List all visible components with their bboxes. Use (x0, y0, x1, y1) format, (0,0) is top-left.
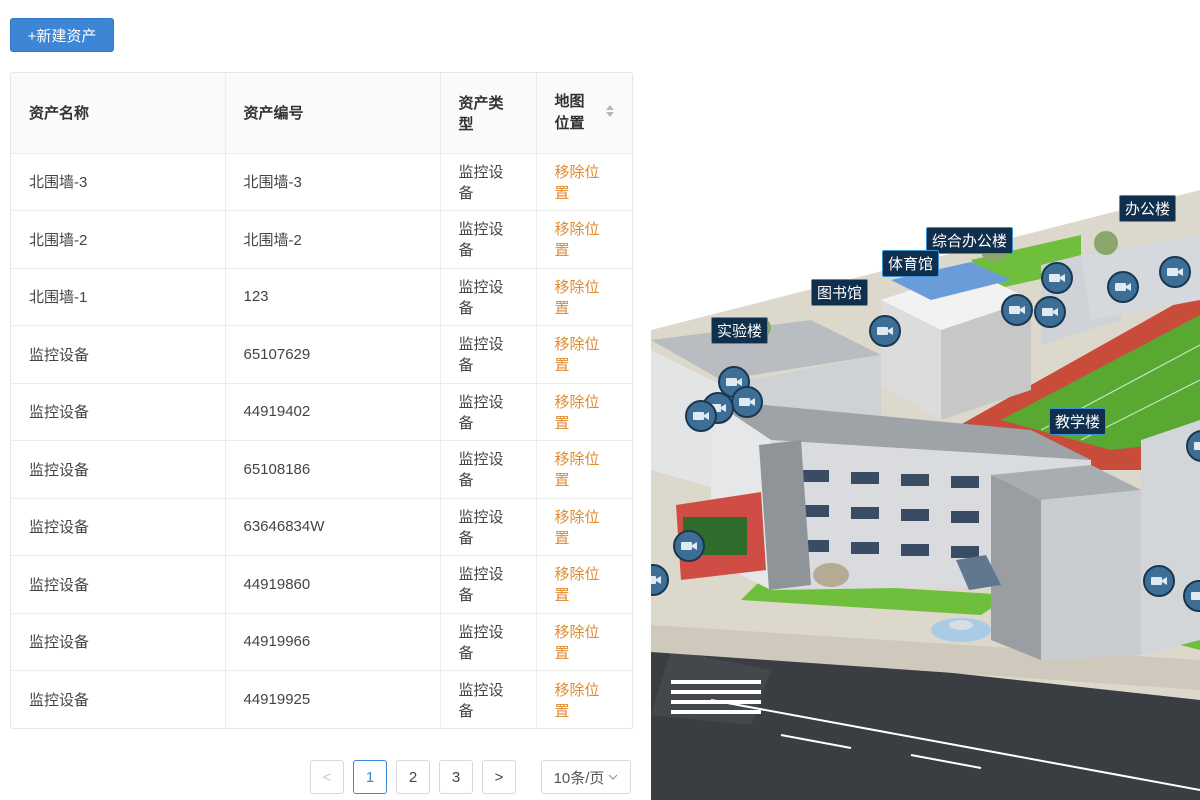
remove-location-link[interactable]: 移除位置 (555, 279, 600, 317)
camera-marker[interactable] (1143, 565, 1175, 597)
camera-icon (1167, 268, 1183, 276)
chevron-down-icon (608, 774, 618, 780)
pagination: < 1 2 3 > 10条/页 (310, 760, 631, 794)
next-page-button[interactable]: > (482, 760, 516, 794)
map-label-office[interactable]: 办公楼 (1119, 195, 1177, 222)
camera-icon (1191, 592, 1200, 600)
camera-icon (651, 576, 661, 584)
camera-marker[interactable] (1034, 296, 1066, 328)
cell-asset-type: 监控设备 (440, 383, 537, 441)
cell-asset-name: 监控设备 (11, 670, 226, 728)
camera-icon (693, 412, 709, 420)
camera-icon (877, 327, 893, 335)
cell-asset-name: 监控设备 (11, 613, 226, 671)
table-row: 监控设备 63646834W 监控设备 移除位置 (11, 498, 632, 556)
map-label-lab[interactable]: 实验楼 (711, 317, 769, 344)
cell-asset-type: 监控设备 (440, 325, 537, 384)
table-row: 监控设备 44919966 监控设备 移除位置 (11, 613, 632, 671)
cell-asset-name: 北围墙-2 (11, 210, 226, 269)
header-map-location[interactable]: 地图位置 (536, 73, 632, 154)
table-row: 监控设备 44919402 监控设备 移除位置 (11, 383, 632, 441)
page-1-button[interactable]: 1 (353, 760, 387, 794)
header-asset-name: 资产名称 (11, 73, 226, 154)
remove-location-link[interactable]: 移除位置 (555, 566, 600, 604)
table-row: 北围墙-3 北围墙-3 监控设备 移除位置 (11, 153, 632, 211)
page-3-button[interactable]: 3 (439, 760, 473, 794)
camera-icon (681, 542, 697, 550)
camera-marker[interactable] (685, 400, 717, 432)
camera-marker[interactable] (1107, 271, 1139, 303)
camera-icon (1009, 306, 1025, 314)
cell-asset-name: 监控设备 (11, 498, 226, 556)
cell-asset-code: 北围墙-2 (225, 210, 441, 269)
remove-location-link[interactable]: 移除位置 (555, 682, 600, 720)
cell-asset-code: 63646834W (225, 498, 441, 556)
cell-asset-name: 监控设备 (11, 440, 226, 499)
cell-asset-name: 北围墙-3 (11, 153, 226, 211)
camera-icon (1151, 577, 1167, 585)
cell-asset-code: 44919402 (225, 383, 441, 441)
table-row: 监控设备 44919860 监控设备 移除位置 (11, 555, 632, 614)
remove-location-link[interactable]: 移除位置 (555, 164, 600, 202)
cell-asset-code: 65107629 (225, 325, 441, 384)
asset-table: 资产名称 资产编号 资产类型 地图位置 北围墙-3 北围墙-3 监控设备 移除位… (10, 72, 633, 729)
table-row: 监控设备 65108186 监控设备 移除位置 (11, 440, 632, 499)
table-row: 北围墙-2 北围墙-2 监控设备 移除位置 (11, 210, 632, 269)
cell-asset-code: 44919925 (225, 670, 441, 728)
map-label-gym[interactable]: 体育馆 (882, 250, 940, 277)
map-label-teaching[interactable]: 教学楼 (1049, 408, 1107, 435)
cell-asset-type: 监控设备 (440, 210, 537, 269)
cell-asset-type: 监控设备 (440, 555, 537, 614)
camera-icon (739, 398, 755, 406)
header-asset-code: 资产编号 (225, 73, 441, 154)
camera-marker[interactable] (869, 315, 901, 347)
table-row: 监控设备 44919925 监控设备 移除位置 (11, 670, 632, 728)
cell-asset-type: 监控设备 (440, 670, 537, 728)
remove-location-link[interactable]: 移除位置 (555, 451, 600, 489)
cell-asset-code: 44919860 (225, 555, 441, 614)
cell-asset-type: 监控设备 (440, 268, 537, 326)
remove-location-link[interactable]: 移除位置 (555, 509, 600, 547)
cell-asset-name: 监控设备 (11, 383, 226, 441)
camera-marker[interactable] (731, 386, 763, 418)
cell-asset-code: 44919966 (225, 613, 441, 671)
camera-icon (1194, 442, 1200, 450)
new-asset-button[interactable]: +新建资产 (10, 18, 114, 52)
remove-location-link[interactable]: 移除位置 (555, 336, 600, 374)
cell-asset-code: 123 (225, 268, 441, 326)
remove-location-link[interactable]: 移除位置 (555, 394, 600, 432)
map-label-comprehensive-office[interactable]: 综合办公楼 (926, 227, 1014, 254)
camera-marker[interactable] (1001, 294, 1033, 326)
cell-asset-name: 监控设备 (11, 555, 226, 614)
prev-page-button[interactable]: < (310, 760, 344, 794)
cell-asset-name: 监控设备 (11, 325, 226, 384)
table-row: 监控设备 65107629 监控设备 移除位置 (11, 325, 632, 384)
table-row: 北围墙-1 123 监控设备 移除位置 (11, 268, 632, 326)
cell-asset-type: 监控设备 (440, 440, 537, 499)
table-header-row: 资产名称 资产编号 资产类型 地图位置 (11, 73, 632, 154)
remove-location-link[interactable]: 移除位置 (555, 221, 600, 259)
remove-location-link[interactable]: 移除位置 (555, 624, 600, 662)
campus-map[interactable]: 办公楼 综合办公楼 体育馆 图书馆 实验楼 教学楼 (651, 0, 1200, 800)
camera-icon (1115, 283, 1131, 291)
map-label-library[interactable]: 图书馆 (811, 279, 869, 306)
camera-icon (1042, 308, 1058, 316)
camera-icon (1049, 274, 1065, 282)
cell-asset-type: 监控设备 (440, 613, 537, 671)
camera-marker[interactable] (1041, 262, 1073, 294)
camera-marker[interactable] (1159, 256, 1191, 288)
cell-asset-code: 北围墙-3 (225, 153, 441, 211)
cell-asset-type: 监控设备 (440, 498, 537, 556)
sort-icon[interactable] (606, 105, 614, 117)
camera-marker[interactable] (673, 530, 705, 562)
page-size-value: 10条/页 (553, 769, 605, 787)
page-size-select[interactable]: 10条/页 (541, 760, 631, 794)
cell-asset-code: 65108186 (225, 440, 441, 499)
header-map-location-label: 地图位置 (554, 92, 585, 132)
header-asset-type: 资产类型 (440, 73, 537, 154)
cell-asset-name: 北围墙-1 (11, 268, 226, 326)
cell-asset-type: 监控设备 (440, 153, 537, 211)
page-2-button[interactable]: 2 (396, 760, 430, 794)
